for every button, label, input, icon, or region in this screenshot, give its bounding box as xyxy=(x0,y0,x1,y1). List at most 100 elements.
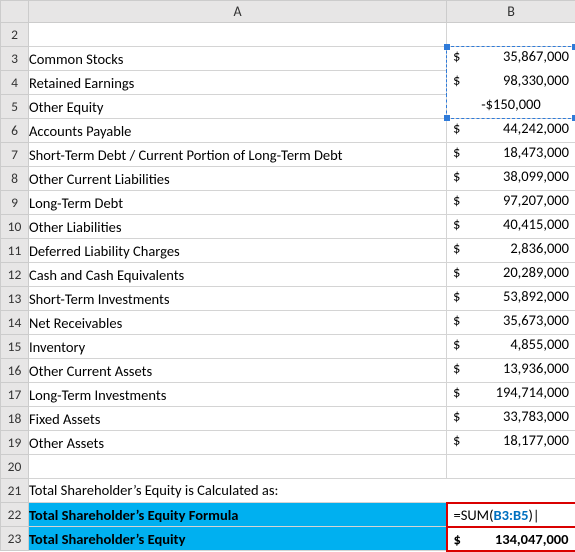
currency-symbol: $ xyxy=(453,191,460,209)
row-header[interactable]: 4 xyxy=(1,71,29,95)
line-item-value[interactable]: $97,207,000 xyxy=(447,191,575,215)
row-header[interactable]: 23 xyxy=(1,527,29,551)
currency-value: 18,177,000 xyxy=(503,431,569,449)
row-header[interactable]: 2 xyxy=(1,23,29,47)
row-header[interactable]: 9 xyxy=(1,191,29,215)
currency-value: 35,673,000 xyxy=(503,311,569,329)
line-item-value[interactable]: $38,099,000 xyxy=(447,167,575,191)
currency-symbol: $ xyxy=(453,263,460,281)
line-item-label[interactable]: Common Stocks xyxy=(29,47,447,71)
currency-value: 194,714,000 xyxy=(496,383,569,401)
section-heading[interactable]: Total Shareholder’s Equity is Calculated… xyxy=(29,479,575,503)
line-item-label[interactable]: Retained Earnings xyxy=(29,71,447,95)
line-item-value[interactable]: $20,289,000 xyxy=(447,263,575,287)
row-header[interactable]: 13 xyxy=(1,287,29,311)
text-cursor: | xyxy=(533,506,540,524)
currency-symbol: $ xyxy=(453,239,460,257)
line-item-value[interactable]: $40,415,000 xyxy=(447,215,575,239)
row-header[interactable]: 5 xyxy=(1,95,29,119)
currency-value: 2,836,000 xyxy=(510,239,569,257)
row-header[interactable]: 19 xyxy=(1,431,29,455)
currency-symbol: $ xyxy=(453,407,460,425)
line-item-label[interactable]: Other Equity xyxy=(29,95,447,119)
formula-text: =SUM( xyxy=(454,506,494,524)
currency-symbol: $ xyxy=(453,119,460,137)
line-item-value[interactable]: $2,836,000 xyxy=(447,239,575,263)
currency-value: 38,099,000 xyxy=(503,167,569,185)
formula-label[interactable]: Total Shareholder’s Equity Formula xyxy=(29,503,447,527)
row-header[interactable]: 12 xyxy=(1,263,29,287)
row-header[interactable]: 14 xyxy=(1,311,29,335)
currency-symbol: $ xyxy=(453,215,460,233)
currency-symbol: $ xyxy=(453,431,460,449)
line-item-label[interactable]: Inventory xyxy=(29,335,447,359)
corner-cell[interactable] xyxy=(1,1,29,23)
row-header[interactable]: 10 xyxy=(1,215,29,239)
spreadsheet-grid[interactable]: A B 2 3Common Stocks$35,867,0004Retained… xyxy=(0,0,575,552)
row-header[interactable]: 8 xyxy=(1,167,29,191)
line-item-value[interactable]: $35,867,000 xyxy=(447,47,575,71)
currency-value: 40,415,000 xyxy=(503,215,569,233)
line-item-value[interactable]: $4,855,000 xyxy=(447,335,575,359)
cell[interactable] xyxy=(447,23,575,47)
currency-symbol: $ xyxy=(453,71,460,89)
currency-value: 53,892,000 xyxy=(503,287,569,305)
result-cell[interactable]: $ 134,047,000 xyxy=(447,527,575,551)
row-header[interactable]: 22 xyxy=(1,503,29,527)
line-item-value[interactable]: $33,783,000 xyxy=(447,407,575,431)
row-header[interactable]: 3 xyxy=(1,47,29,71)
line-item-label[interactable]: Net Receivables xyxy=(29,311,447,335)
result-label[interactable]: Total Shareholder’s Equity xyxy=(29,527,447,551)
row-header[interactable]: 17 xyxy=(1,383,29,407)
column-header-b[interactable]: B xyxy=(447,1,575,23)
line-item-value[interactable]: $13,936,000 xyxy=(447,359,575,383)
line-item-label[interactable]: Long-Term Debt xyxy=(29,191,447,215)
currency-symbol: $ xyxy=(453,359,460,377)
row-header[interactable]: 15 xyxy=(1,335,29,359)
currency-value: 4,855,000 xyxy=(510,335,569,353)
line-item-label[interactable]: Short-Term Debt / Current Portion of Lon… xyxy=(29,143,447,167)
line-item-label[interactable]: Other Assets xyxy=(29,431,447,455)
currency-symbol: $ xyxy=(453,311,460,329)
line-item-label[interactable]: Deferred Liability Charges xyxy=(29,239,447,263)
currency-symbol: $ xyxy=(453,47,460,65)
line-item-label[interactable]: Other Liabilities xyxy=(29,215,447,239)
line-item-label[interactable]: Accounts Payable xyxy=(29,119,447,143)
currency-value: 44,242,000 xyxy=(503,119,569,137)
row-header[interactable]: 20 xyxy=(1,455,29,479)
currency-value: 20,289,000 xyxy=(503,263,569,281)
formula-cell[interactable]: =SUM(B3:B5)| xyxy=(447,503,575,527)
line-item-value[interactable]: $44,242,000 xyxy=(447,119,575,143)
currency-symbol: $ xyxy=(453,335,460,353)
currency-symbol: $ xyxy=(453,383,460,401)
currency-symbol: $ xyxy=(453,143,460,161)
line-item-label[interactable]: Cash and Cash Equivalents xyxy=(29,263,447,287)
cell[interactable] xyxy=(447,455,575,479)
currency-value: 35,867,000 xyxy=(503,47,569,65)
currency-symbol: $ xyxy=(453,167,460,185)
line-item-label[interactable]: Other Current Liabilities xyxy=(29,167,447,191)
currency-value: 98,330,000 xyxy=(503,71,569,89)
row-header[interactable]: 16 xyxy=(1,359,29,383)
row-header[interactable]: 21 xyxy=(1,479,29,503)
line-item-value[interactable]: $194,714,000 xyxy=(447,383,575,407)
cell[interactable] xyxy=(29,23,447,47)
line-item-value[interactable]: $35,673,000 xyxy=(447,311,575,335)
line-item-value[interactable]: $53,892,000 xyxy=(447,287,575,311)
line-item-value[interactable]: $18,473,000 xyxy=(447,143,575,167)
line-item-value[interactable]: $98,330,000 xyxy=(447,71,575,95)
cell[interactable] xyxy=(29,455,447,479)
row-header[interactable]: 6 xyxy=(1,119,29,143)
row-header[interactable]: 7 xyxy=(1,143,29,167)
column-header-a[interactable]: A xyxy=(29,1,447,23)
currency-value: 134,047,000 xyxy=(495,530,569,548)
currency-value: 97,207,000 xyxy=(503,191,569,209)
line-item-label[interactable]: Short-Term Investments xyxy=(29,287,447,311)
line-item-value[interactable]: -$150,000 xyxy=(447,95,575,119)
row-header[interactable]: 18 xyxy=(1,407,29,431)
line-item-value[interactable]: $18,177,000 xyxy=(447,431,575,455)
row-header[interactable]: 11 xyxy=(1,239,29,263)
line-item-label[interactable]: Long-Term Investments xyxy=(29,383,447,407)
line-item-label[interactable]: Other Current Assets xyxy=(29,359,447,383)
line-item-label[interactable]: Fixed Assets xyxy=(29,407,447,431)
